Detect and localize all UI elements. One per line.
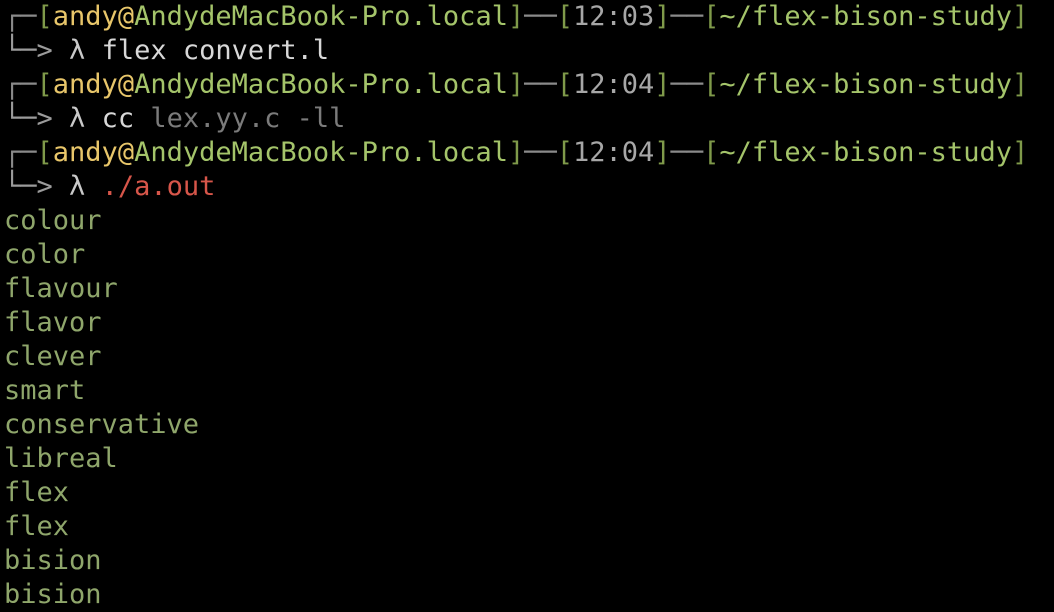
lambda-icon: λ [69,171,86,202]
prompt-separator: ─ [540,1,557,32]
prompt-line: ┌─[andy@AndydeMacBook-Pro.local]──[12:03… [4,0,1054,34]
bracket-close: ] [507,137,525,168]
prompt-time: 12:04 [573,69,655,100]
command-args: convert.l [182,35,330,66]
prompt-user: andy [52,69,118,100]
program-output: colour color flavour flavor clever smart… [4,204,1054,612]
prompt-at: @ [117,137,135,168]
bracket-open: [ [703,69,720,100]
output-line: smart [4,375,86,406]
prompt-arrow-icon: └─> [4,103,53,134]
prompt-path: ~/flex-bison-study [719,137,1012,168]
output-line: flex [4,511,70,542]
command-name: cc [101,103,135,134]
bracket-open: [ [703,137,720,168]
prompt-separator: ─ [686,69,704,100]
bracket-close: ] [507,1,525,32]
prompt-time: 12:04 [573,137,655,168]
prompt-host: AndydeMacBook-Pro.local [134,1,508,32]
output-line: conservative [4,409,200,440]
prompt-path: ~/flex-bison-study [719,69,1012,100]
command-line[interactable]: └─> λ cc lex.yy.c -ll [4,102,1054,136]
lambda-icon: λ [69,35,86,66]
command-line[interactable]: └─> λ flex convert.l [4,34,1054,68]
command-line[interactable]: └─> λ ./a.out [4,170,1054,204]
output-line: libreal [4,443,118,474]
terminal-window[interactable]: ┌─[andy@AndydeMacBook-Pro.local]──[12:03… [0,0,1054,612]
command-args: lex.yy.c -ll [150,103,346,134]
bracket-open: [ [36,69,53,100]
prompt-separator: ─ [540,137,557,168]
prompt-separator: ─ [524,137,541,168]
prompt-arrow-icon: └─> [4,35,53,66]
bracket-close: ] [654,1,671,32]
prompt-separator: ─ [670,69,687,100]
prompt-at: @ [117,1,135,32]
bracket-close: ] [1011,137,1029,168]
bracket-close: ] [507,69,525,100]
output-line: flavor [4,307,102,338]
bracket-open: [ [556,1,574,32]
prompt-path: ~/flex-bison-study [719,1,1012,32]
bracket-close: ] [654,69,671,100]
prompt-arrow-icon: └─> [4,171,53,202]
prompt-user: andy [52,137,118,168]
bracket-open: [ [36,1,53,32]
prompt-separator: ─ [524,1,541,32]
prompt-host: AndydeMacBook-Pro.local [134,137,508,168]
bracket-open: [ [36,137,53,168]
bracket-close: ] [1011,1,1029,32]
bracket-open: [ [556,137,574,168]
output-line: colour [4,205,102,236]
bracket-close: ] [1011,69,1029,100]
prompt-user: andy [52,1,118,32]
prompt-separator: ─ [524,69,541,100]
output-line: clever [4,341,102,372]
prompt-at: @ [117,69,135,100]
prompt-separator: ─ [670,137,687,168]
command-name: ./a.out [101,171,216,202]
prompt-frame: ┌─ [4,137,37,168]
prompt-line: ┌─[andy@AndydeMacBook-Pro.local]──[12:04… [4,136,1054,170]
command-name: flex [101,35,167,66]
prompt-separator: ─ [540,69,557,100]
prompt-host: AndydeMacBook-Pro.local [134,69,508,100]
bracket-open: [ [556,69,574,100]
prompt-frame: ┌─ [4,1,37,32]
prompt-separator: ─ [686,1,704,32]
output-line: bision [4,579,102,610]
output-line: flex [4,477,70,508]
prompt-separator: ─ [670,1,687,32]
output-line: color [4,239,86,270]
prompt-frame: ┌─ [4,69,37,100]
lambda-icon: λ [69,103,86,134]
prompt-time: 12:03 [573,1,655,32]
prompt-line: ┌─[andy@AndydeMacBook-Pro.local]──[12:04… [4,68,1054,102]
output-line: flavour [4,273,118,304]
prompt-separator: ─ [686,137,704,168]
output-line: bision [4,545,102,576]
bracket-open: [ [703,1,720,32]
bracket-close: ] [654,137,671,168]
